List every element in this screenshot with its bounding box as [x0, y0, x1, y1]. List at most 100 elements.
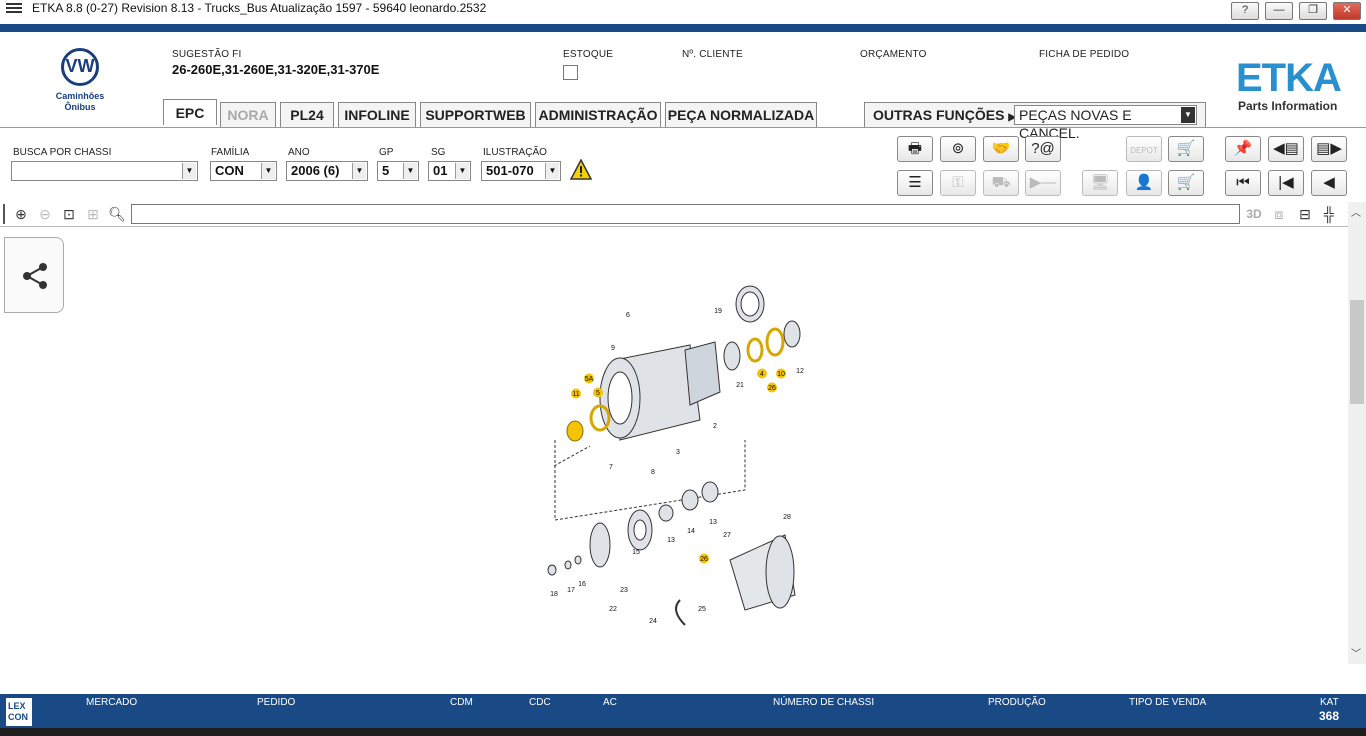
warning-icon[interactable]	[569, 158, 593, 186]
tab-administracao[interactable]: ADMINISTRAÇÃO	[535, 102, 661, 127]
scanner-icon: ⊚	[951, 140, 965, 157]
prev-button[interactable]: |◀	[1268, 170, 1304, 196]
kat-label: KAT	[1320, 697, 1339, 708]
key-button[interactable]: ⚿	[940, 170, 976, 196]
tab-infoline[interactable]: INFOLINE	[338, 102, 416, 127]
slider-icon[interactable]: ⧈	[1268, 204, 1290, 224]
scanner-button[interactable]: ⊚	[940, 136, 976, 162]
printer-button[interactable]: 🖶	[897, 136, 933, 162]
callout-21[interactable]: 21	[736, 382, 744, 389]
callout-25[interactable]: 25	[698, 606, 706, 613]
scroll-up-icon[interactable]: ︿	[1351, 204, 1361, 219]
zoom-out-icon[interactable]: ⊖	[34, 204, 56, 224]
callout-16[interactable]: 16	[578, 581, 586, 588]
callout-26[interactable]: 26	[768, 385, 776, 392]
tab-peca-normalizada[interactable]: PEÇA NORMALIZADA	[665, 102, 817, 127]
cart-button[interactable]: 🛒	[1168, 170, 1204, 196]
minimize-button[interactable]: —	[1265, 2, 1293, 20]
zoom-fit-icon[interactable]: ⊡	[58, 204, 80, 224]
gp-combo[interactable]: 5 ▼	[377, 161, 419, 181]
callout-27[interactable]: 27	[723, 532, 731, 539]
share-icon	[23, 263, 47, 289]
chassi-label: BUSCA POR CHASSI	[13, 147, 112, 158]
callout-26[interactable]: 26	[700, 556, 708, 563]
tab-supportweb[interactable]: SUPPORTWEB	[420, 102, 531, 127]
doc-prev-button[interactable]: ◀▤	[1268, 136, 1304, 162]
callout-12[interactable]: 12	[796, 368, 804, 375]
mercado-label: MERCADO	[86, 697, 138, 708]
tab-nora[interactable]: NORA	[220, 102, 276, 127]
callout-19[interactable]: 19	[714, 308, 722, 315]
ilustracao-label: ILUSTRAÇÃO	[483, 147, 547, 158]
doc-next-button[interactable]: ▤▶	[1311, 136, 1347, 162]
lex-con-button[interactable]: LEX CON	[6, 698, 32, 726]
vehicle-button[interactable]: ⛟	[983, 170, 1019, 196]
first-button[interactable]: ⏮	[1225, 170, 1261, 196]
question-at-button[interactable]: ?@	[1025, 136, 1061, 162]
help-button[interactable]: ?	[1231, 2, 1259, 20]
threed-button[interactable]: 3D	[1243, 204, 1265, 224]
callout-5A[interactable]: 5A	[585, 376, 594, 383]
window-title: ETKA 8.8 (0-27) Revision 8.13 - Trucks_B…	[32, 1, 487, 15]
handshake-button[interactable]: 🤝	[983, 136, 1019, 162]
monitor-button[interactable]: 🖥	[1082, 170, 1118, 196]
outras-funcoes-menu[interactable]: OUTRAS FUNÇÕES ▶ PEÇAS NOVAS E CANCEL. ▼	[864, 102, 1206, 141]
tab-epc[interactable]: EPC	[163, 99, 217, 125]
key-icon: ⚿	[952, 174, 964, 191]
chassi-combo[interactable]: ▼	[11, 161, 198, 181]
cart-out-button[interactable]: 🛒	[1168, 136, 1204, 162]
familia-combo[interactable]: CON ▼	[210, 161, 277, 181]
restore-button[interactable]: ❐	[1299, 2, 1327, 20]
magnifier-icon[interactable]: 🔍︎	[106, 204, 128, 224]
estoque-checkbox[interactable]	[563, 65, 578, 80]
callout-13[interactable]: 13	[709, 519, 717, 526]
ilustracao-combo[interactable]: 501-070 ▼	[481, 161, 561, 181]
scroll-down-icon[interactable]: ﹀	[1351, 645, 1361, 660]
callout-2[interactable]: 2	[713, 423, 717, 430]
callout-3[interactable]: 3	[676, 449, 680, 456]
close-button[interactable]: ✕	[1333, 2, 1361, 20]
callout-24[interactable]: 24	[649, 618, 657, 625]
scroll-thumb[interactable]	[1350, 300, 1364, 404]
zoom-area-icon[interactable]: ⊞	[82, 204, 104, 224]
callout-23[interactable]: 23	[620, 587, 628, 594]
layout-icon[interactable]: ⊟	[1294, 204, 1316, 224]
depot-button[interactable]: DEPOT	[1126, 136, 1162, 162]
brand-line-1: Caminhões	[55, 91, 105, 101]
ano-combo[interactable]: 2006 (6) ▼	[286, 161, 368, 181]
callout-14[interactable]: 14	[687, 528, 695, 535]
callout-8[interactable]: 8	[651, 469, 655, 476]
split-icon[interactable]: ╬	[1318, 204, 1340, 224]
callout-10[interactable]: 10	[777, 371, 785, 378]
callout-17[interactable]: 17	[567, 587, 575, 594]
zoom-in-icon[interactable]: ⊕	[10, 204, 32, 224]
chevron-down-icon: ▼	[261, 163, 275, 179]
callout-18[interactable]: 18	[550, 591, 558, 598]
callout-9[interactable]: 9	[611, 345, 615, 352]
tab-pl24[interactable]: PL24	[280, 102, 334, 127]
zoombar-separator	[0, 226, 1348, 227]
list-button[interactable]: ☰	[897, 170, 933, 196]
system-menu-icon[interactable]	[6, 3, 22, 13]
back-button[interactable]: ◀	[1311, 170, 1347, 196]
callout-4[interactable]: 4	[760, 371, 764, 378]
illustration-search-field[interactable]	[131, 204, 1240, 224]
outras-funcoes-label: OUTRAS FUNÇÕES	[873, 107, 1005, 123]
outras-select[interactable]: PEÇAS NOVAS E CANCEL. ▼	[1014, 105, 1197, 141]
callout-13[interactable]: 13	[667, 537, 675, 544]
pin-button[interactable]: 📌	[1225, 136, 1261, 162]
person-button[interactable]: 👤	[1126, 170, 1162, 196]
familia-value: CON	[215, 163, 244, 178]
printer-icon: 🖶	[907, 140, 923, 157]
callout-11[interactable]: 11	[572, 391, 579, 398]
callout-6[interactable]: 6	[626, 312, 630, 319]
callout-5[interactable]: 5	[596, 390, 600, 397]
callout-7[interactable]: 7	[609, 464, 613, 471]
share-button[interactable]	[4, 237, 64, 313]
vertical-scrollbar[interactable]: ︿ ﹀	[1348, 202, 1366, 664]
callout-28[interactable]: 28	[783, 514, 791, 521]
callout-22[interactable]: 22	[609, 606, 617, 613]
sg-combo[interactable]: 01 ▼	[428, 161, 471, 181]
callout-15[interactable]: 15	[632, 549, 640, 556]
play-minus-button[interactable]: ▶—	[1025, 170, 1061, 196]
